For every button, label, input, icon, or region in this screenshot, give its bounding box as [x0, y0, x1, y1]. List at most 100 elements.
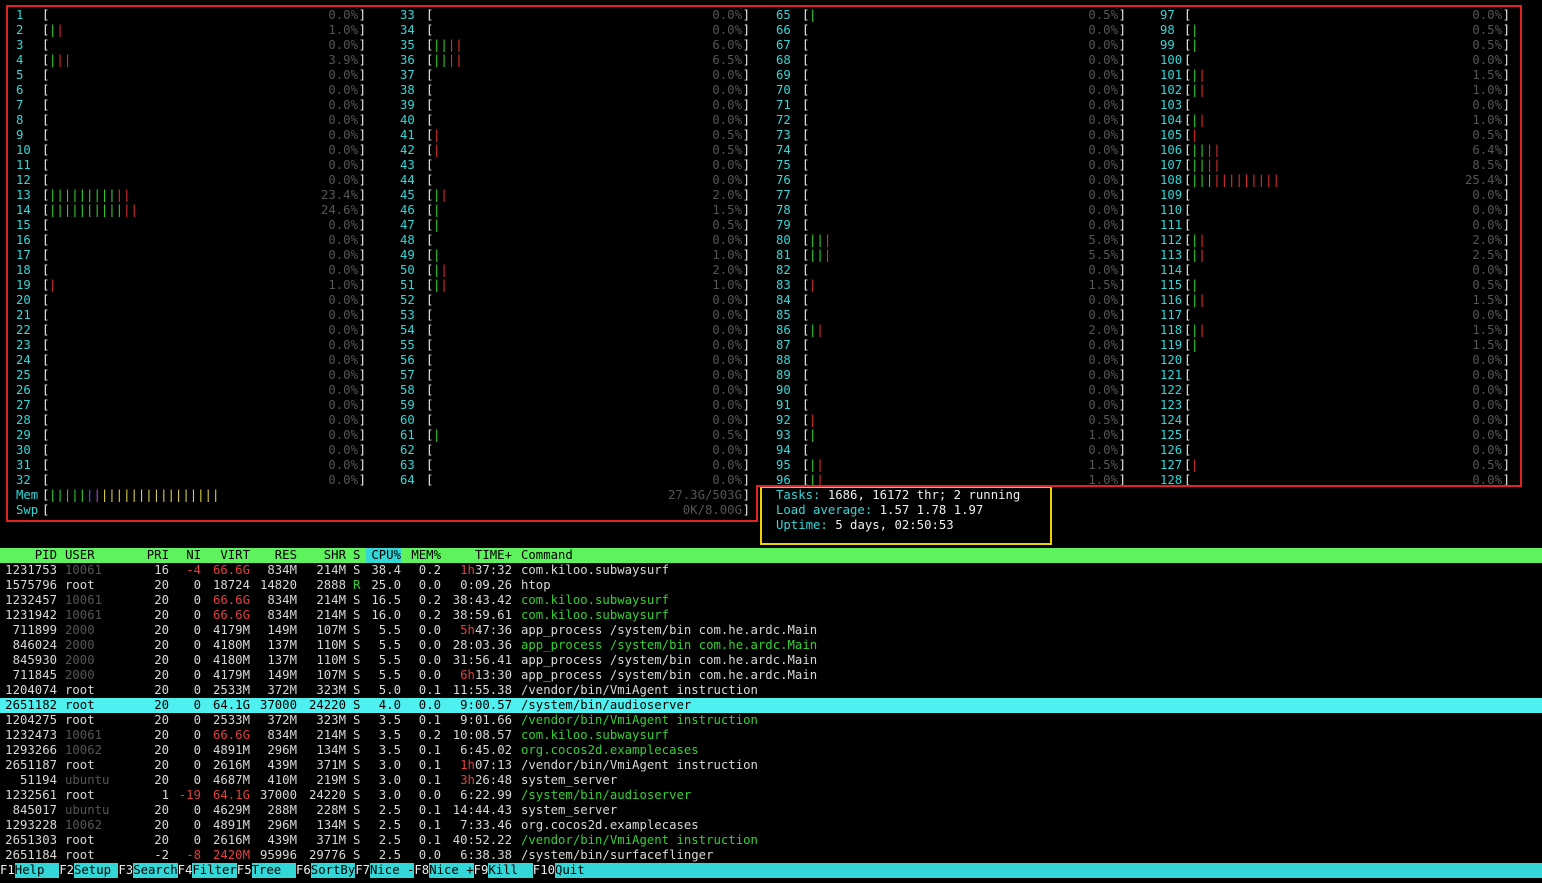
process-row[interactable]: 845017 ubuntu 20 0 4629M 288M 228M S 2.5 0.1 14:44… [0, 803, 1542, 818]
cpu-meter: 55 [0.0%] [400, 338, 752, 353]
cpu-percent: 0.0% [1088, 98, 1118, 112]
process-row[interactable]: 1232561 root 1 -19 64.1G 37000 24220 S 3.0 0.0 6:2… [0, 788, 1542, 803]
process-cpu: 16.5 [371, 593, 401, 607]
cpu-meter: 123[0.0%] [1160, 398, 1512, 413]
cpu-bracket-left: [ [42, 413, 50, 427]
cpu-number: 57 [400, 368, 415, 382]
column-header-s[interactable]: S [353, 548, 363, 563]
column-header-virt[interactable]: VIRT [202, 548, 250, 563]
cpu-number: 61 [400, 428, 415, 442]
process-ni: 0 [193, 713, 201, 727]
cpu-meter: 66 [0.0%] [776, 23, 1128, 38]
cpu-number: 26 [16, 383, 31, 397]
process-row[interactable]: 2651187 root 20 0 2616M 439M 371M S 3.0 0.1 1h07:1… [0, 758, 1542, 773]
column-header-mem[interactable]: MEM% [406, 548, 441, 563]
function-key-f1[interactable]: F1 [0, 863, 15, 878]
function-key-f8[interactable]: F8 [414, 863, 429, 878]
cpu-percent: 0.0% [1472, 98, 1502, 112]
process-row[interactable]: 2651182 root 20 0 64.1G 37000 24220 S 4.0 0.0 9:00… [0, 698, 1542, 713]
process-row[interactable]: 711845 2000 20 0 4179M 149M 107M S 5.5 0.0 6h13:30… [0, 668, 1542, 683]
function-key-f7[interactable]: F7 [355, 863, 370, 878]
process-virt: 4687M [212, 773, 250, 787]
cpu-number: 46 [400, 203, 415, 217]
process-pri: 20 [154, 608, 169, 622]
cpu-meter: 102[|| 1.0%] [1160, 83, 1512, 98]
function-key-label-f9[interactable]: Kill [488, 863, 533, 878]
function-key-label-f2[interactable]: Setup [74, 863, 119, 878]
process-row[interactable]: 845930 2000 20 0 4180M 137M 110M S 5.5 0.0 31:56.4… [0, 653, 1542, 668]
function-key-f5[interactable]: F5 [237, 863, 252, 878]
column-header-pid[interactable]: PID [0, 548, 57, 563]
process-row[interactable]: 1231753 10061 16 -4 66.6G 834M 214M S 38.4 0.2 1h3… [0, 563, 1542, 578]
process-time: 38:59.61 [452, 608, 512, 622]
function-key-f6[interactable]: F6 [296, 863, 311, 878]
process-shr: 2888 [316, 578, 346, 592]
process-row[interactable]: 2651303 root 20 0 2616M 439M 371M S 2.5 0.1 40:52.… [0, 833, 1542, 848]
process-row[interactable]: 1293228 10062 20 0 4891M 296M 134M S 2.5 0.1 7:33.… [0, 818, 1542, 833]
process-row[interactable]: 1231942 10061 20 0 66.6G 834M 214M S 16.0 0.2 38:5… [0, 608, 1542, 623]
cpu-bracket-left: [ [426, 458, 434, 472]
function-key-f3[interactable]: F3 [118, 863, 133, 878]
column-header-cpu[interactable]: CPU% [366, 548, 401, 563]
cpu-bracket-right: ] [742, 218, 750, 232]
cpu-bracket-left: [ [802, 443, 810, 457]
column-header-res[interactable]: RES [252, 548, 297, 563]
cpu-bracket-left: [ [802, 173, 810, 187]
load-average-label: Load average: [776, 503, 873, 517]
process-row[interactable]: 51194 ubuntu 20 0 4687M 410M 219M S 3.0 0.1 3h26:4… [0, 773, 1542, 788]
cpu-percent: 2.0% [712, 263, 742, 277]
cpu-number: 25 [16, 368, 31, 382]
function-key-label-f5[interactable]: Tree [251, 863, 296, 878]
function-key-label-f1[interactable]: Help [14, 863, 60, 878]
cpu-number: 65 [776, 8, 791, 22]
cpu-bracket-right: ] [742, 23, 750, 37]
process-row[interactable]: 846024 2000 20 0 4180M 137M 110M S 5.5 0.0 28:03.3… [0, 638, 1542, 653]
cpu-percent: 1.0% [328, 278, 358, 292]
function-key-label-f10[interactable]: Quit [555, 863, 1542, 878]
cpu-number: 68 [776, 53, 791, 67]
process-row[interactable]: 1575796 root 20 0 18724 14820 2888 R 25.0 0.0 0:09… [0, 578, 1542, 593]
process-mem: 0.2 [418, 563, 441, 577]
process-row[interactable]: 1204074 root 20 0 2533M 372M 323M S 5.0 0.1 11:55.… [0, 683, 1542, 698]
cpu-bracket-right: ] [1502, 173, 1510, 187]
cpu-meter: 37 [0.0%] [400, 68, 752, 83]
function-key-label-f6[interactable]: SortBy [310, 863, 355, 878]
function-key-label-f3[interactable]: Search [133, 863, 178, 878]
cpu-percent: 0.0% [1088, 38, 1118, 52]
cpu-number: 97 [1160, 8, 1175, 22]
process-row[interactable]: 1204275 root 20 0 2533M 372M 323M S 3.5 0.1 9:01.6… [0, 713, 1542, 728]
column-header-cmd[interactable]: Command [521, 548, 1521, 563]
column-header-shr[interactable]: SHR [300, 548, 346, 563]
cpu-number: 103 [1160, 98, 1183, 112]
process-row[interactable]: 1293266 10062 20 0 4891M 296M 134M S 3.5 0.1 6:45.… [0, 743, 1542, 758]
process-ni: 0 [193, 668, 201, 682]
cpu-percent: 0.0% [1088, 368, 1118, 382]
column-header-pri[interactable]: PRI [140, 548, 169, 563]
column-header-ni[interactable]: NI [172, 548, 201, 563]
function-key-f9[interactable]: F9 [474, 863, 489, 878]
process-shr: 110M [316, 653, 346, 667]
function-key-label-f7[interactable]: Nice - [370, 863, 414, 878]
cpu-number: 84 [776, 293, 791, 307]
process-row[interactable]: 1232473 10061 20 0 66.6G 834M 214M S 3.5 0.2 10:08… [0, 728, 1542, 743]
function-key-f2[interactable]: F2 [59, 863, 74, 878]
cpu-percent: 0.0% [1088, 398, 1118, 412]
function-key-label-f4[interactable]: Filter [192, 863, 237, 878]
function-key-f4[interactable]: F4 [178, 863, 193, 878]
function-key-label-f8[interactable]: Nice + [429, 863, 474, 878]
process-cpu: 4.0 [378, 698, 401, 712]
process-pid: 1204275 [5, 713, 57, 727]
cpu-percent: 0.0% [712, 68, 742, 82]
cpu-meter: 50[|| 2.0%] [400, 263, 752, 278]
cpu-number: 53 [400, 308, 415, 322]
process-row[interactable]: 1232457 10061 20 0 66.6G 834M 214M S 16.5 0.2 38:4… [0, 593, 1542, 608]
column-header-time[interactable]: TIME+ [446, 548, 512, 563]
process-pid: 711899 [12, 623, 57, 637]
cpu-meter: 24 [0.0%] [16, 353, 368, 368]
process-s: S [353, 683, 361, 697]
process-row[interactable]: 2651184 root -2 -8 2420M 95996 29776 S 2.5 0.0 6:3… [0, 848, 1542, 863]
process-row[interactable]: 711899 2000 20 0 4179M 149M 107M S 5.5 0.0 5h47:36… [0, 623, 1542, 638]
function-key-f10[interactable]: F10 [533, 863, 555, 878]
cpu-bracket-right: ] [742, 158, 750, 172]
column-header-user[interactable]: USER [65, 548, 145, 563]
